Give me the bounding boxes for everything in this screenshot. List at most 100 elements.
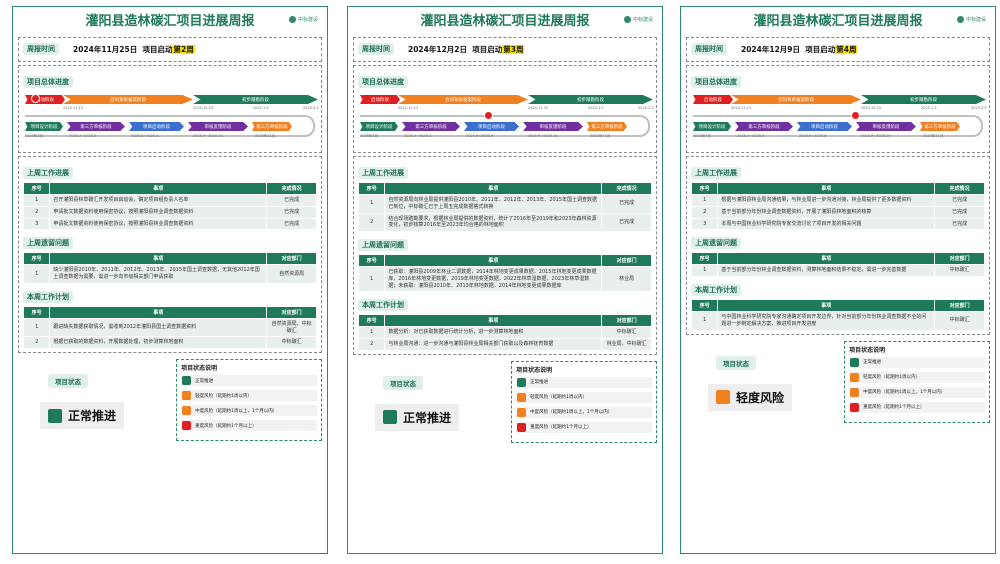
table-row: 2 根据已获取的数据资料，开展数据处理，初步测算林地面积 中标碳汇 — [22, 336, 317, 349]
legend-item: 重度风险（延期约1个月以上） — [181, 420, 317, 431]
company-logo: 中标建设 — [624, 16, 653, 23]
th-seq: 序号 — [357, 182, 386, 195]
section-title: 上周工作进展 — [358, 167, 408, 179]
th-seq: 序号 — [690, 182, 719, 195]
th-item: 事项 — [717, 252, 936, 266]
cell-seq: 1 — [22, 194, 51, 207]
status-icon — [517, 407, 527, 417]
table-row: 2 结合现场踏勘要求，根据林业局提供的数据资料，统计了2016年至2019年和20… — [357, 212, 652, 232]
timeline-stage: 项目设计阶段 — [25, 122, 63, 131]
cell-item: 基于当前部分年份林业调查数据资料，开展了灌阳县林地面积的核算 — [717, 205, 936, 219]
timeline-stage: 第三方审核阶段 — [252, 122, 292, 131]
legend-item: 轻度风险（延期约1周以内） — [849, 371, 985, 383]
th-seq: 序号 — [22, 252, 51, 266]
cell-seq: 1 — [690, 264, 719, 277]
cell-third: 已完成 — [266, 205, 317, 219]
cell-seq: 1 — [357, 265, 386, 293]
timeline-date: 2025年11月 — [923, 134, 944, 138]
week-label: 周报时间 — [358, 43, 394, 55]
cell-third: 已完成 — [934, 205, 985, 219]
status-value: 正常推进 — [375, 403, 460, 431]
th-third: 完成情况 — [934, 182, 985, 195]
weekly-report-page: 灌阳县造林碳汇项目进展周报 中标建设 周报时间 2024年11月25日 项目启动第2… — [12, 6, 328, 554]
cell-seq: 1 — [690, 311, 719, 331]
week-section: 周报时间 2024年11月25日 项目启动第2周 — [18, 37, 322, 62]
cell-seq: 2 — [22, 336, 51, 349]
th-third: 完成情况 — [266, 182, 317, 195]
cell-seq: 3 — [690, 217, 719, 231]
status-icon — [182, 376, 192, 385]
t1-table: 序号 事项 完成情况 1 召开灌阳县林草碳汇开发项目启动会，确定项目组负责人名单 已完成 2… — [22, 182, 317, 231]
status-label: 项目状态 — [48, 374, 88, 388]
cell-seq: 1 — [22, 317, 51, 338]
section-title: 上周遗留问题 — [358, 239, 408, 251]
th-seq: 序号 — [357, 254, 386, 267]
cell-item: 根据与灌阳县林业局沟通结果，与林业局进一步沟通对接，林业局提供了更多数据资料 — [717, 194, 936, 207]
timeline-stage: 项目设计阶段 — [693, 122, 731, 131]
th-seq: 序号 — [22, 182, 51, 195]
th-third: 完成情况 — [601, 182, 652, 195]
section-title: 本周工作计划 — [691, 284, 741, 296]
t3-table: 序号 事项 对应部门 1 与中国林业科学研究院专家沟通确定项目开发边界，针对当前部分年份… — [690, 299, 985, 331]
cell-third: 已完成 — [266, 217, 317, 231]
timeline-stage: 项目启动阶段 — [464, 122, 519, 131]
t3-table: 序号 事项 对应部门 1 数据分析：对已获取数据进行统计分析，进一步测算林地面积 中标碳汇… — [357, 314, 652, 351]
report-title: 灌阳县造林碳汇项目进展周报 — [420, 14, 590, 29]
progress-label: 项目总体进度 — [358, 76, 408, 88]
timeline-date: 2025.4~2025.5 — [69, 134, 97, 138]
status-icon — [517, 422, 527, 432]
timeline: 启动阶段 合同系统备案阶段 初步踏勘阶段 2024.11.13 2024.12.25 20… — [691, 91, 987, 149]
legend-text: 正常推进 — [863, 360, 882, 365]
t2-table: 序号 事项 对应部门 1 缺少灌阳县2010年、2011年、2012年、2013年、20… — [22, 252, 317, 284]
legend-text: 中度风险（延期约1周以上，1个月以内） — [530, 410, 613, 416]
cell-seq: 1 — [690, 194, 719, 207]
status-value: 轻度风险 — [708, 383, 793, 411]
th-item: 事项 — [384, 314, 603, 328]
th-third: 对应部门 — [934, 252, 985, 266]
cell-third: 已完成 — [601, 212, 652, 232]
timeline-stage: 审核反馈阶段 — [188, 122, 248, 131]
section-title: 上周工作进展 — [691, 167, 741, 179]
timeline-stage: 第三方审核阶段 — [402, 122, 460, 131]
status-icon — [850, 402, 860, 412]
legend-item: 中度风险（延期约1周以上，1个月以内） — [181, 405, 317, 416]
work-section: 上周工作进展 序号 事项 完成情况 1 根据与灌阳县林业局沟通结果，与林业局进一步沟通对接… — [686, 156, 990, 335]
cell-item: 跟进缺失数据获取情况，需收到2012年灌阳县国土调查数据资料 — [49, 317, 268, 338]
cell-seq: 2 — [357, 338, 386, 351]
th-third: 对应部门 — [601, 254, 652, 267]
legend-text: 重度风险（延期约1个月以上） — [863, 405, 925, 410]
timeline-stage: 审核反馈阶段 — [856, 122, 916, 131]
progress-section: 项目总体进度 启动阶段 合同系统备案阶段 初步踏勘阶段 2024.11.13 2024.1… — [686, 65, 990, 153]
timeline-stage: 启动阶段 — [360, 95, 400, 104]
cell-item: 召开灌阳县林草碳汇开发项目启动会，确定项目组负责人名单 — [49, 194, 268, 207]
timeline-date: 2025.4~2025.5 — [737, 134, 765, 138]
cell-item: 申请批文数据资料使用保密协议，按照灌阳县林业调查数据资料 — [49, 205, 268, 219]
th-item: 事项 — [717, 299, 936, 312]
timeline-stage: 项目设计阶段 — [360, 122, 398, 131]
table-row: 2 申请批文数据资料使用保密协议，按照灌阳县林业调查数据资料 已完成 — [22, 205, 317, 219]
cell-third: 林业局 — [601, 265, 652, 293]
th-third: 对应部门 — [934, 299, 985, 312]
t2-table: 序号 事项 对应部门 1 基于当前部分年份林业调查数据资料，测算林地面积结果不稳定，需进… — [690, 252, 985, 277]
legend-text: 轻度风险（延期约1周以内） — [195, 393, 252, 399]
cell-item: 基于当前部分年份林业调查数据资料，测算林地面积结果不稳定，需进一步完善数据 — [717, 264, 936, 277]
cell-seq: 2 — [690, 205, 719, 219]
cell-third: 林业局、中标碳汇 — [601, 338, 652, 351]
status-value: 正常推进 — [40, 402, 125, 429]
th-seq: 序号 — [22, 305, 51, 319]
company-logo: 中标建设 — [957, 16, 986, 23]
timeline-stage: 项目启动阶段 — [129, 122, 184, 131]
timeline-stage: 第三方审核阶段 — [735, 122, 793, 131]
timeline: 启动阶段 合同系统备案阶段 初步踏勘阶段 2024.11.13 2024.12.25 20… — [358, 91, 654, 149]
timeline-date: 2025年11月 — [255, 134, 276, 138]
timeline-date: 2025年11月 — [590, 134, 611, 138]
timeline-date: 2024.11.13 — [63, 106, 84, 110]
status-icon — [182, 391, 192, 400]
timeline: 启动阶段 合同系统备案阶段 初步踏勘阶段 2024.11.13 2024.12.25 20… — [23, 91, 319, 149]
cell-third: 已完成 — [266, 194, 317, 207]
progress-marker — [484, 111, 493, 120]
cell-item: 结合现场踏勘要求，根据林业局提供的数据资料，统计了2016年至2019年和202… — [384, 212, 603, 232]
legend-text: 重度风险（延期约1个月以上） — [530, 425, 592, 431]
cell-seq: 2 — [22, 205, 51, 219]
timeline-stage: 第三方审核阶段 — [587, 122, 627, 131]
